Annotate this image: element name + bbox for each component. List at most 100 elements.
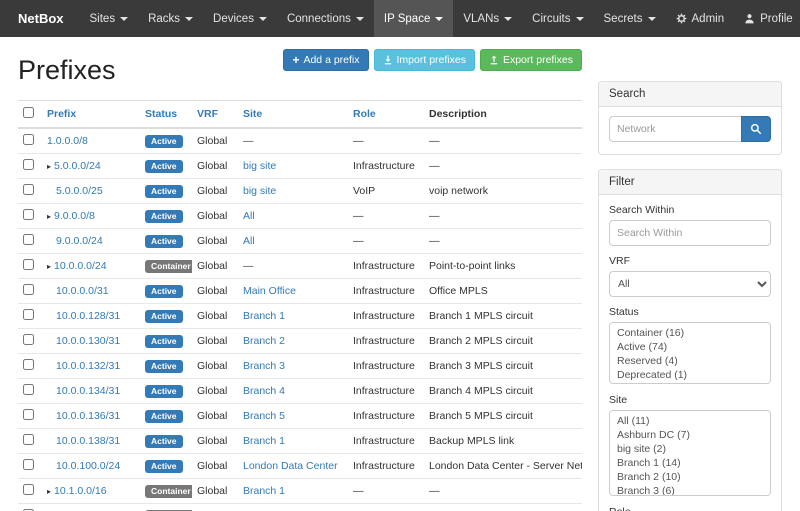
prefix-link[interactable]: 10.0.0.134/31 (56, 385, 120, 397)
expand-arrow-icon[interactable]: ▸ (47, 162, 51, 171)
prefix-link[interactable]: 5.0.0.0/25 (56, 185, 103, 197)
vrf-select[interactable]: All (609, 271, 771, 297)
column-header-vrf[interactable]: VRF (192, 101, 238, 129)
status-badge: Active (145, 360, 183, 373)
prefix-link[interactable]: 9.0.0.0/8 (54, 210, 95, 222)
prefix-link[interactable]: 1.0.0.0/8 (47, 135, 88, 147)
row-checkbox[interactable] (23, 259, 34, 270)
select-all-checkbox[interactable] (23, 107, 34, 118)
prefix-link[interactable]: 10.0.0.130/31 (56, 335, 120, 347)
brand[interactable]: NetBox (0, 0, 80, 37)
site-link[interactable]: Branch 4 (243, 385, 285, 397)
role-cell: VoIP (348, 179, 424, 204)
status-option[interactable]: Active (74) (614, 340, 766, 354)
site-option[interactable]: big site (2) (614, 442, 766, 456)
description-cell: Branch 4 MPLS circuit (424, 379, 582, 404)
site-option[interactable]: Branch 1 (14) (614, 456, 766, 470)
site-link[interactable]: Branch 1 (243, 435, 285, 447)
column-header-prefix[interactable]: Prefix (42, 101, 140, 129)
site-option[interactable]: All (11) (614, 414, 766, 428)
nav-item-label: Secrets (604, 13, 643, 25)
nav-menu: SitesRacksDevicesConnectionsIP SpaceVLAN… (80, 0, 666, 37)
prefix-link[interactable]: 9.0.0.0/24 (56, 235, 103, 247)
site-link[interactable]: All (243, 235, 255, 247)
prefix-link[interactable]: 10.0.0.136/31 (56, 410, 120, 422)
table-row: 10.0.0.134/31ActiveGlobalBranch 4Infrast… (18, 379, 582, 404)
site-filter-select[interactable]: All (11)Ashburn DC (7)big site (2)Branch… (609, 410, 771, 496)
site-option[interactable]: Branch 3 (6) (614, 484, 766, 496)
column-header-site[interactable]: Site (238, 101, 348, 129)
vrf-cell: Global (192, 504, 238, 511)
site-link[interactable]: All (243, 210, 255, 222)
row-checkbox[interactable] (23, 334, 34, 345)
add-prefix-button[interactable]: + Add a prefix (283, 49, 368, 71)
row-checkbox[interactable] (23, 309, 34, 320)
description-cell: London Data Center - Server Network (424, 454, 582, 479)
nav-item-devices[interactable]: Devices (203, 0, 277, 37)
site-link[interactable]: London Data Center (243, 460, 338, 472)
status-filter-select[interactable]: Container (16)Active (74)Reserved (4)Dep… (609, 322, 771, 384)
site-link[interactable]: Main Office (243, 285, 296, 297)
row-checkbox[interactable] (23, 459, 34, 470)
row-checkbox[interactable] (23, 234, 34, 245)
site-filter-label: Site (609, 394, 771, 406)
nav-item-vlans[interactable]: VLANs (453, 0, 522, 37)
status-option[interactable]: Reserved (4) (614, 354, 766, 368)
site-link[interactable]: big site (243, 185, 276, 197)
row-checkbox[interactable] (23, 159, 34, 170)
row-checkbox[interactable] (23, 384, 34, 395)
column-header-status[interactable]: Status (140, 101, 192, 129)
prefix-link[interactable]: 10.0.0.0/24 (54, 260, 107, 272)
site-option[interactable]: Ashburn DC (7) (614, 428, 766, 442)
filter-panel-title: Filter (599, 170, 781, 195)
expand-arrow-icon[interactable]: ▸ (47, 212, 51, 221)
row-checkbox[interactable] (23, 134, 34, 145)
prefix-link[interactable]: 10.0.0.138/31 (56, 435, 120, 447)
row-checkbox[interactable] (23, 184, 34, 195)
site-link[interactable]: Branch 2 (243, 335, 285, 347)
prefix-link[interactable]: 10.0.0.0/31 (56, 285, 109, 297)
column-header-role[interactable]: Role (348, 101, 424, 129)
prefix-link[interactable]: 10.0.0.128/31 (56, 310, 120, 322)
nav-item-ip-space[interactable]: IP Space (374, 0, 453, 37)
description-cell: Branch 1 MPLS circuit (424, 304, 582, 329)
expand-arrow-icon[interactable]: ▸ (47, 262, 51, 271)
prefix-link[interactable]: 10.0.100.0/24 (56, 460, 120, 472)
role-cell: — (348, 128, 424, 154)
nav-item-secrets[interactable]: Secrets (594, 0, 666, 37)
description-cell: Branch 5 MPLS circuit (424, 404, 582, 429)
export-prefixes-button[interactable]: Export prefixes (480, 49, 582, 71)
site-link[interactable]: Branch 1 (243, 310, 285, 322)
role-cell: — (348, 229, 424, 254)
expand-arrow-icon[interactable]: ▸ (47, 487, 51, 496)
site-link[interactable]: Branch 1 (243, 485, 285, 497)
status-option[interactable]: Container (16) (614, 326, 766, 340)
import-prefixes-button[interactable]: Import prefixes (374, 49, 475, 71)
nav-item-racks[interactable]: Racks (138, 0, 203, 37)
site-option[interactable]: Branch 2 (10) (614, 470, 766, 484)
row-checkbox[interactable] (23, 434, 34, 445)
profile-link[interactable]: Profile (734, 0, 800, 37)
site-link[interactable]: Branch 5 (243, 410, 285, 422)
nav-item-circuits[interactable]: Circuits (522, 0, 593, 37)
row-checkbox[interactable] (23, 209, 34, 220)
row-checkbox[interactable] (23, 284, 34, 295)
site-link[interactable]: Branch 3 (243, 360, 285, 372)
status-badge: Active (145, 335, 183, 348)
nav-item-sites[interactable]: Sites (80, 0, 139, 37)
search-within-input[interactable] (609, 220, 771, 246)
search-button[interactable] (741, 116, 771, 142)
prefix-link[interactable]: 5.0.0.0/24 (54, 160, 101, 172)
row-checkbox[interactable] (23, 409, 34, 420)
admin-link[interactable]: Admin (666, 0, 735, 37)
search-input[interactable] (609, 116, 741, 142)
prefix-link[interactable]: 10.0.0.132/31 (56, 360, 120, 372)
nav-item-connections[interactable]: Connections (277, 0, 374, 37)
status-badge: Active (145, 410, 183, 423)
site-link[interactable]: big site (243, 160, 276, 172)
status-option[interactable]: Deprecated (1) (614, 368, 766, 382)
row-checkbox[interactable] (23, 484, 34, 495)
row-checkbox[interactable] (23, 359, 34, 370)
table-row: 10.0.100.0/24ActiveGlobalLondon Data Cen… (18, 454, 582, 479)
prefix-link[interactable]: 10.1.0.0/16 (54, 485, 107, 497)
